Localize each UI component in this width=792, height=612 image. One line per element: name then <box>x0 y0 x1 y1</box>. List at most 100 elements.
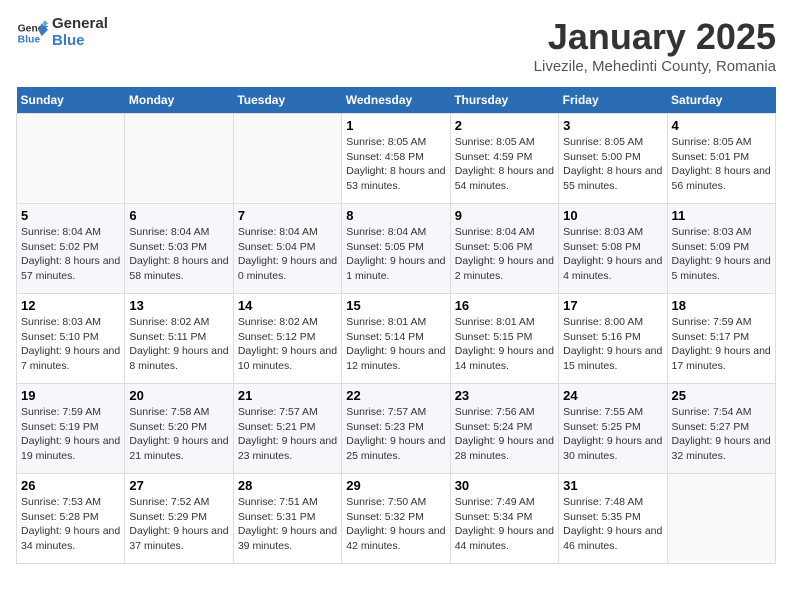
day-info: Sunrise: 7:58 AM Sunset: 5:20 PM Dayligh… <box>129 405 228 464</box>
calendar-cell: 26 Sunrise: 7:53 AM Sunset: 5:28 PM Dayli… <box>17 474 125 564</box>
day-info: Sunrise: 7:57 AM Sunset: 5:21 PM Dayligh… <box>238 405 337 464</box>
calendar-cell <box>125 114 233 204</box>
day-number: 24 <box>563 388 662 403</box>
day-number: 10 <box>563 208 662 223</box>
week-row-3: 12 Sunrise: 8:03 AM Sunset: 5:10 PM Dayli… <box>17 294 776 384</box>
day-number: 1 <box>346 118 445 133</box>
day-number: 12 <box>21 298 120 313</box>
day-info: Sunrise: 7:56 AM Sunset: 5:24 PM Dayligh… <box>455 405 554 464</box>
day-number: 23 <box>455 388 554 403</box>
calendar-cell: 25Sunrise: 7:54 AM Sunset: 5:27 PM Dayli… <box>667 384 775 474</box>
calendar-cell: 22Sunrise: 7:57 AM Sunset: 5:23 PM Dayli… <box>342 384 450 474</box>
calendar-cell: 2 Sunrise: 8:05 AM Sunset: 4:59 PM Daylig… <box>450 114 558 204</box>
day-info: Sunrise: 8:02 AM Sunset: 5:12 PM Dayligh… <box>238 315 337 374</box>
calendar-cell: 24 Sunrise: 7:55 AM Sunset: 5:25 PM Dayli… <box>559 384 667 474</box>
day-number: 19 <box>21 388 120 403</box>
day-number: 17 <box>563 298 662 313</box>
svg-text:Blue: Blue <box>18 34 41 45</box>
day-number: 28 <box>238 478 337 493</box>
day-number: 5 <box>21 208 120 223</box>
day-number: 21 <box>238 388 337 403</box>
calendar-cell: 5 Sunrise: 8:04 AM Sunset: 5:02 PM Daylig… <box>17 204 125 294</box>
weekday-monday: Monday <box>125 87 233 114</box>
weekday-wednesday: Wednesday <box>342 87 450 114</box>
page-header: General Blue General Blue January 2025 L… <box>16 16 776 75</box>
day-number: 7 <box>238 208 337 223</box>
day-info: Sunrise: 8:03 AM Sunset: 5:09 PM Dayligh… <box>672 225 771 284</box>
calendar-cell: 17 Sunrise: 8:00 AM Sunset: 5:16 PM Dayli… <box>559 294 667 384</box>
day-number: 6 <box>129 208 228 223</box>
logo-general: General <box>52 16 108 33</box>
calendar-cell: 8Sunrise: 8:04 AM Sunset: 5:05 PM Daylig… <box>342 204 450 294</box>
calendar-cell: 12 Sunrise: 8:03 AM Sunset: 5:10 PM Dayli… <box>17 294 125 384</box>
calendar-cell: 4Sunrise: 8:05 AM Sunset: 5:01 PM Daylig… <box>667 114 775 204</box>
day-info: Sunrise: 7:59 AM Sunset: 5:17 PM Dayligh… <box>672 315 771 374</box>
calendar-cell: 30Sunrise: 7:49 AM Sunset: 5:34 PM Dayli… <box>450 474 558 564</box>
weekday-sunday: Sunday <box>17 87 125 114</box>
day-info: Sunrise: 7:53 AM Sunset: 5:28 PM Dayligh… <box>21 495 120 554</box>
day-info: Sunrise: 8:01 AM Sunset: 5:14 PM Dayligh… <box>346 315 445 374</box>
calendar-cell: 16Sunrise: 8:01 AM Sunset: 5:15 PM Dayli… <box>450 294 558 384</box>
day-info: Sunrise: 8:04 AM Sunset: 5:02 PM Dayligh… <box>21 225 120 284</box>
calendar-cell: 31Sunrise: 7:48 AM Sunset: 5:35 PM Dayli… <box>559 474 667 564</box>
calendar-cell: 10 Sunrise: 8:03 AM Sunset: 5:08 PM Dayli… <box>559 204 667 294</box>
day-info: Sunrise: 8:04 AM Sunset: 5:05 PM Dayligh… <box>346 225 445 284</box>
day-info: Sunrise: 7:49 AM Sunset: 5:34 PM Dayligh… <box>455 495 554 554</box>
day-number: 22 <box>346 388 445 403</box>
day-number: 26 <box>21 478 120 493</box>
calendar-cell: 29Sunrise: 7:50 AM Sunset: 5:32 PM Dayli… <box>342 474 450 564</box>
day-info: Sunrise: 7:48 AM Sunset: 5:35 PM Dayligh… <box>563 495 662 554</box>
day-info: Sunrise: 8:00 AM Sunset: 5:16 PM Dayligh… <box>563 315 662 374</box>
day-number: 20 <box>129 388 228 403</box>
calendar-subtitle: Livezile, Mehedinti County, Romania <box>534 58 776 75</box>
day-info: Sunrise: 7:52 AM Sunset: 5:29 PM Dayligh… <box>129 495 228 554</box>
day-info: Sunrise: 8:05 AM Sunset: 4:58 PM Dayligh… <box>346 135 445 194</box>
day-info: Sunrise: 7:50 AM Sunset: 5:32 PM Dayligh… <box>346 495 445 554</box>
day-number: 13 <box>129 298 228 313</box>
title-section: January 2025 Livezile, Mehedinti County,… <box>534 16 776 75</box>
day-info: Sunrise: 8:04 AM Sunset: 5:03 PM Dayligh… <box>129 225 228 284</box>
day-info: Sunrise: 8:01 AM Sunset: 5:15 PM Dayligh… <box>455 315 554 374</box>
day-number: 18 <box>672 298 771 313</box>
weekday-saturday: Saturday <box>667 87 775 114</box>
logo-blue: Blue <box>52 33 108 50</box>
day-info: Sunrise: 7:55 AM Sunset: 5:25 PM Dayligh… <box>563 405 662 464</box>
calendar-cell: 6 Sunrise: 8:04 AM Sunset: 5:03 PM Daylig… <box>125 204 233 294</box>
day-number: 2 <box>455 118 554 133</box>
day-info: Sunrise: 8:04 AM Sunset: 5:06 PM Dayligh… <box>455 225 554 284</box>
calendar-cell: 13 Sunrise: 8:02 AM Sunset: 5:11 PM Dayli… <box>125 294 233 384</box>
calendar-cell: 1 Sunrise: 8:05 AM Sunset: 4:58 PM Daylig… <box>342 114 450 204</box>
week-row-5: 26 Sunrise: 7:53 AM Sunset: 5:28 PM Dayli… <box>17 474 776 564</box>
calendar-cell <box>233 114 341 204</box>
day-info: Sunrise: 8:02 AM Sunset: 5:11 PM Dayligh… <box>129 315 228 374</box>
week-row-1: 1 Sunrise: 8:05 AM Sunset: 4:58 PM Daylig… <box>17 114 776 204</box>
weekday-header-row: SundayMondayTuesdayWednesdayThursdayFrid… <box>17 87 776 114</box>
logo: General Blue General Blue <box>16 16 108 49</box>
calendar-cell: 19 Sunrise: 7:59 AM Sunset: 5:19 PM Dayli… <box>17 384 125 474</box>
day-number: 14 <box>238 298 337 313</box>
day-number: 27 <box>129 478 228 493</box>
day-info: Sunrise: 7:59 AM Sunset: 5:19 PM Dayligh… <box>21 405 120 464</box>
week-row-2: 5 Sunrise: 8:04 AM Sunset: 5:02 PM Daylig… <box>17 204 776 294</box>
calendar-title: January 2025 <box>534 16 776 58</box>
day-number: 4 <box>672 118 771 133</box>
calendar-body: 1 Sunrise: 8:05 AM Sunset: 4:58 PM Daylig… <box>17 114 776 564</box>
day-info: Sunrise: 7:51 AM Sunset: 5:31 PM Dayligh… <box>238 495 337 554</box>
day-info: Sunrise: 8:05 AM Sunset: 5:00 PM Dayligh… <box>563 135 662 194</box>
day-info: Sunrise: 8:05 AM Sunset: 4:59 PM Dayligh… <box>455 135 554 194</box>
calendar-cell: 28 Sunrise: 7:51 AM Sunset: 5:31 PM Dayli… <box>233 474 341 564</box>
day-info: Sunrise: 8:03 AM Sunset: 5:08 PM Dayligh… <box>563 225 662 284</box>
weekday-tuesday: Tuesday <box>233 87 341 114</box>
day-info: Sunrise: 8:03 AM Sunset: 5:10 PM Dayligh… <box>21 315 120 374</box>
calendar-cell: 18 Sunrise: 7:59 AM Sunset: 5:17 PM Dayli… <box>667 294 775 384</box>
logo-icon: General Blue <box>16 17 48 49</box>
calendar-cell <box>17 114 125 204</box>
calendar-table: SundayMondayTuesdayWednesdayThursdayFrid… <box>16 87 776 564</box>
calendar-cell: 27 Sunrise: 7:52 AM Sunset: 5:29 PM Dayli… <box>125 474 233 564</box>
calendar-cell: 3Sunrise: 8:05 AM Sunset: 5:00 PM Daylig… <box>559 114 667 204</box>
calendar-cell: 23 Sunrise: 7:56 AM Sunset: 5:24 PM Dayli… <box>450 384 558 474</box>
day-number: 15 <box>346 298 445 313</box>
weekday-friday: Friday <box>559 87 667 114</box>
week-row-4: 19 Sunrise: 7:59 AM Sunset: 5:19 PM Dayli… <box>17 384 776 474</box>
calendar-cell: 7Sunrise: 8:04 AM Sunset: 5:04 PM Daylig… <box>233 204 341 294</box>
